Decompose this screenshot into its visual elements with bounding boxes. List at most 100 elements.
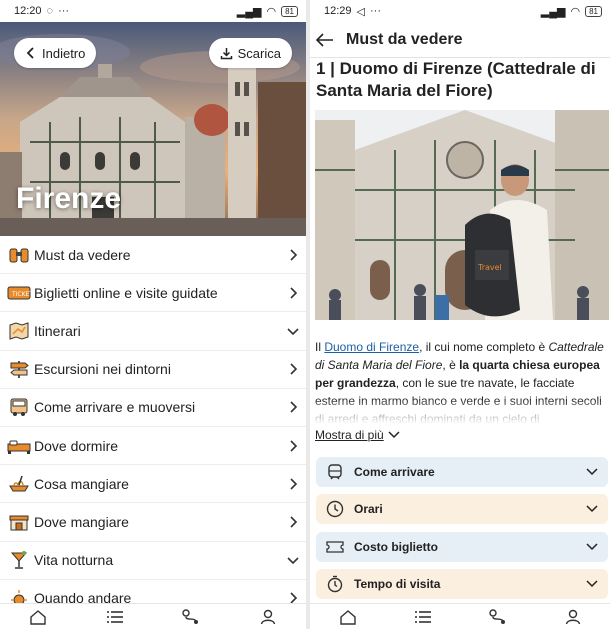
accordion-label: Orari — [354, 502, 383, 516]
back-label: Indietro — [42, 45, 86, 61]
para-text: , è — [442, 358, 460, 372]
menu-item-label: Must da vedere — [34, 246, 131, 263]
menu-item-biglietti[interactable]: TICKET Biglietti online e visite guidate — [0, 274, 306, 313]
more-icon: ··· — [58, 5, 70, 17]
accordion-orari[interactable]: Orari — [316, 494, 608, 524]
menu-item-label: Vita notturna — [34, 552, 114, 569]
chevron-right-icon — [290, 401, 298, 413]
map-icon — [6, 320, 32, 342]
back-button[interactable]: Indietro — [14, 38, 97, 68]
duomo-photo: Travel — [315, 110, 609, 320]
chevron-down-icon — [287, 328, 299, 336]
chevron-left-icon — [26, 47, 34, 59]
para-text: , il cui nome completo è — [419, 340, 549, 354]
list-icon[interactable] — [104, 607, 126, 627]
bed-icon — [6, 435, 32, 457]
accordion-costo-biglietto[interactable]: Costo biglietto — [316, 532, 608, 562]
list-icon[interactable] — [412, 607, 434, 627]
route-icon[interactable] — [487, 607, 509, 627]
binoculars-icon — [6, 244, 32, 266]
status-time: 12:29 — [324, 5, 352, 17]
signpost-icon — [6, 358, 32, 380]
bottom-tab-bar — [310, 603, 610, 629]
cocktail-icon — [6, 549, 32, 571]
show-more-label: Mostra di più — [315, 428, 384, 442]
profile-icon[interactable] — [562, 607, 584, 627]
profile-icon[interactable] — [257, 607, 279, 627]
description-paragraph: Il Duomo di Firenze, il cui nome complet… — [315, 338, 608, 424]
top-app-bar: Must da vedere — [310, 22, 610, 58]
more-icon: ··· — [370, 5, 381, 17]
guide-menu: Must da vedere TICKET Biglietti online e… — [0, 236, 306, 618]
svg-text:TICKET: TICKET — [11, 291, 31, 298]
chevron-right-icon — [290, 516, 298, 528]
accordion-label: Come arrivare — [354, 465, 435, 479]
wifi-icon: ◠ — [570, 5, 581, 18]
menu-item-dove-mangiare[interactable]: Dove mangiare — [0, 503, 306, 542]
restaurant-icon — [6, 511, 32, 533]
para-text: Il — [315, 340, 325, 354]
train-icon — [326, 463, 344, 481]
home-icon[interactable] — [27, 607, 49, 627]
route-icon[interactable] — [180, 607, 202, 627]
chevron-down-icon — [586, 505, 598, 513]
signal-icon: ▂▄▆ — [540, 5, 566, 18]
battery-icon: 81 — [585, 5, 602, 17]
accordion-label: Tempo di visita — [354, 577, 441, 591]
chevron-down-icon — [586, 468, 598, 476]
menu-item-must-da-vedere[interactable]: Must da vedere — [0, 236, 306, 275]
chevron-down-icon — [586, 580, 598, 588]
bottom-tab-bar — [0, 603, 306, 629]
menu-item-label: Come arrivare e muoversi — [34, 399, 196, 416]
menu-item-label: Dove dormire — [34, 437, 119, 454]
status-time: 12:20 — [14, 5, 42, 17]
show-more-button[interactable]: Mostra di più — [315, 428, 400, 442]
clock-icon — [326, 500, 344, 518]
accordion-come-arrivare[interactable]: Come arrivare — [316, 457, 608, 487]
page-title: Must da vedere — [346, 30, 463, 48]
ticket-icon — [326, 538, 344, 556]
battery-icon: 81 — [281, 5, 298, 17]
menu-item-label: Dove mangiare — [34, 513, 129, 530]
menu-item-label: Cosa mangiare — [34, 475, 129, 492]
chevron-down-icon — [586, 543, 598, 551]
duomo-link[interactable]: Duomo di Firenze — [324, 340, 419, 354]
bus-icon — [6, 396, 32, 418]
menu-item-escursioni[interactable]: Escursioni nei dintorni — [0, 351, 306, 389]
chevron-down-icon — [388, 431, 400, 439]
chevron-right-icon — [290, 249, 298, 261]
ticket-icon: TICKET — [6, 282, 32, 304]
menu-item-come-arrivare[interactable]: Come arrivare e muoversi — [0, 389, 306, 427]
chevron-down-icon — [287, 557, 299, 565]
accordion-label: Costo biglietto — [354, 540, 438, 554]
chevron-right-icon — [290, 287, 298, 299]
left-screen: 12:20 ◌ ··· ▂▄▆ ◠ 81 Indietro Scarica Fi… — [0, 0, 306, 629]
city-title: Firenze — [16, 182, 122, 215]
svg-text:Travel: Travel — [477, 263, 502, 272]
chevron-right-icon — [290, 439, 298, 452]
wifi-icon: ◠ — [266, 5, 277, 18]
menu-item-label: Biglietti online e visite guidate — [34, 284, 218, 301]
menu-item-vita-notturna[interactable]: Vita notturna — [0, 542, 306, 580]
menu-item-itinerari[interactable]: Itinerari — [0, 312, 306, 351]
menu-item-cosa-mangiare[interactable]: Cosa mangiare — [0, 465, 306, 504]
status-bar: 12:29 ◁ ··· ▂▄▆ ◠ 81 — [310, 0, 610, 22]
status-bar: 12:20 ◌ ··· ▂▄▆ ◠ 81 — [0, 0, 306, 22]
menu-item-dove-dormire[interactable]: Dove dormire — [0, 427, 306, 466]
accordion-tempo-di-visita[interactable]: Tempo di visita — [316, 569, 608, 599]
chevron-right-icon — [290, 478, 298, 490]
signal-icon: ▂▄▆ — [236, 5, 262, 18]
arrow-left-icon[interactable] — [316, 32, 334, 47]
download-icon — [220, 47, 232, 59]
download-button[interactable]: Scarica — [208, 38, 292, 68]
hero-image: Indietro Scarica Firenze — [0, 22, 306, 236]
right-screen: 12:29 ◁ ··· ▂▄▆ ◠ 81 Must da vedere 1 | Duom… — [310, 0, 610, 629]
menu-item-label: Itinerari — [34, 322, 81, 339]
whatsapp-icon: ◌ — [46, 5, 54, 17]
home-icon[interactable] — [337, 607, 359, 627]
menu-item-label: Escursioni nei dintorni — [34, 361, 171, 378]
telegram-icon: ◁ — [356, 5, 365, 18]
attraction-heading: 1 | Duomo di Firenze (Cattedrale di Sant… — [316, 59, 596, 100]
pasta-icon — [6, 473, 32, 495]
stopwatch-icon — [326, 575, 344, 593]
